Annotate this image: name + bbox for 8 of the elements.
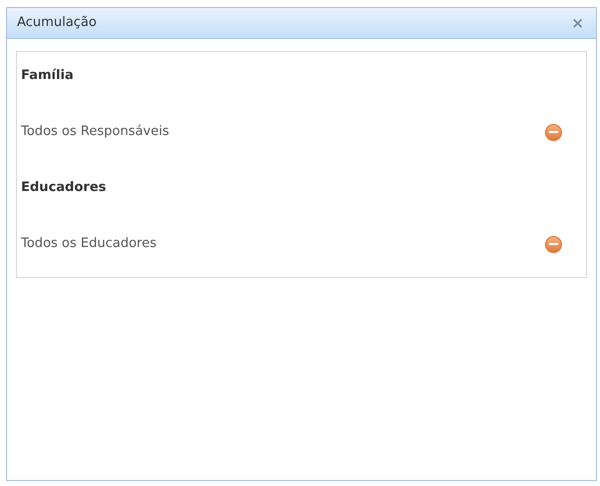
section-heading: Educadores bbox=[21, 179, 106, 198]
remove-icon[interactable] bbox=[545, 236, 562, 252]
remove-icon[interactable] bbox=[545, 124, 562, 140]
section-heading: Família bbox=[21, 67, 74, 86]
item-label: Todos os Responsáveis bbox=[21, 123, 170, 142]
item-label: Todos os Educadores bbox=[21, 235, 157, 254]
close-button[interactable]: × bbox=[569, 16, 586, 30]
window-title: Acumulação bbox=[17, 14, 97, 32]
